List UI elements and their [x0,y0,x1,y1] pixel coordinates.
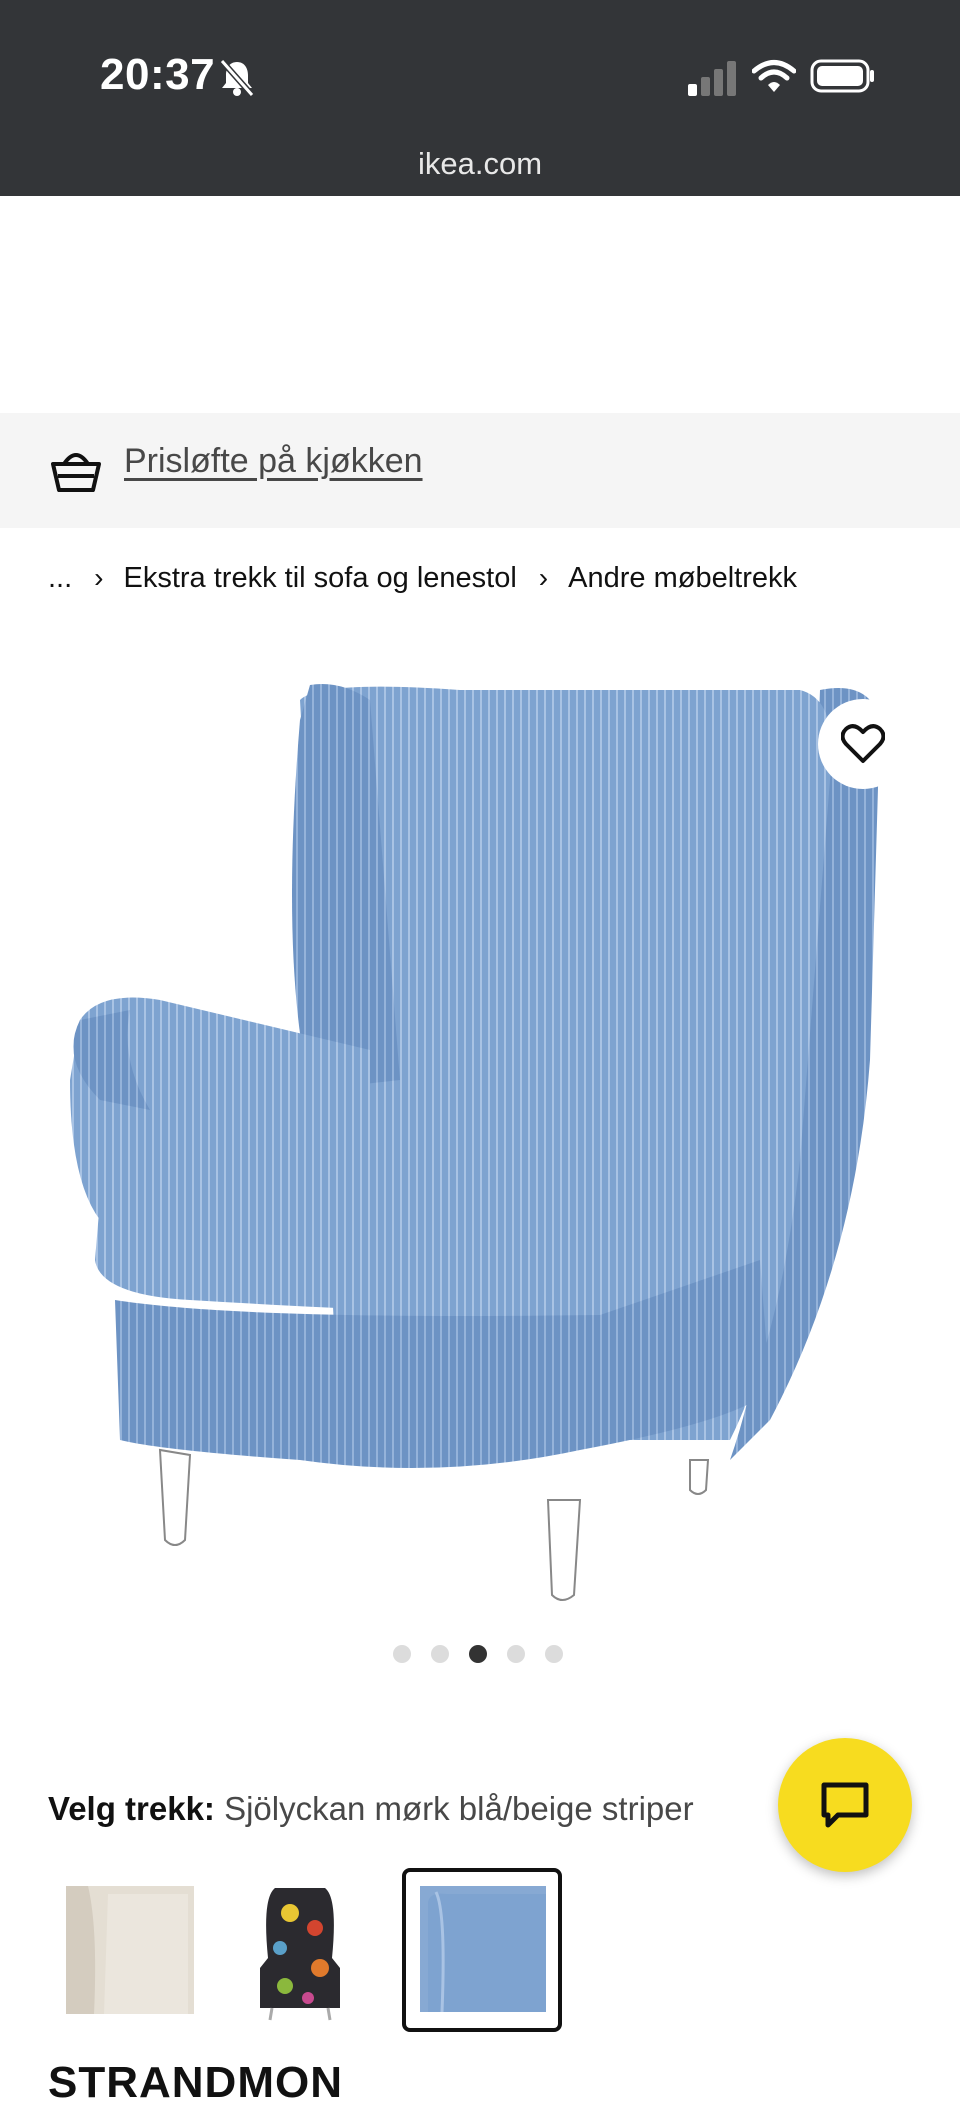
promo-link[interactable]: Prisløfte på kjøkken [124,442,423,481]
carousel-dot[interactable] [545,1645,563,1663]
status-bar: 20:37 ikea.com [0,0,960,196]
breadcrumb-item[interactable]: Andre møbeltrekk [568,562,797,595]
carousel-dot[interactable] [431,1645,449,1663]
basket-icon [51,453,101,492]
signal-icon [688,61,736,96]
breadcrumb-ellipsis[interactable]: ... [48,562,72,595]
cover-option-blue-striped[interactable] [402,1868,562,2032]
chevron-right-icon: › [538,562,549,593]
chat-bubble-icon [821,1782,869,1828]
carousel-dot-active[interactable] [469,1645,487,1663]
silent-bell-icon [219,59,255,97]
breadcrumb-item[interactable]: Ekstra trekk til sofa og lenestol [124,562,517,595]
carousel-dot[interactable] [393,1645,411,1663]
heart-icon [841,724,885,763]
cover-option-beige[interactable] [48,1868,208,2032]
cover-option-floral[interactable] [220,1868,380,2032]
cover-thumbnail [66,1886,194,2014]
cover-selection-label: Velg trekk: Sjölyckan mørk blå/beige str… [48,1790,694,1828]
cover-value: Sjölyckan mørk blå/beige striper [224,1790,694,1827]
chevron-right-icon: › [94,562,104,593]
favorite-button[interactable] [818,699,908,789]
cover-thumbnail [260,1888,340,2021]
carousel-dot[interactable] [507,1645,525,1663]
cover-thumbnail [420,1886,546,2013]
breadcrumb: ... › Ekstra trekk til sofa og lenestol … [48,558,797,598]
cover-label: Velg trekk: [48,1790,215,1827]
product-image[interactable] [40,660,940,1620]
carousel-dots [393,1645,563,1663]
wifi-icon [752,60,796,92]
chat-button[interactable] [778,1738,912,1872]
url-bar[interactable]: ikea.com [0,146,960,182]
battery-icon [810,59,874,93]
clock: 20:37 [100,50,216,99]
product-title: STRANDMON [48,2058,343,2107]
